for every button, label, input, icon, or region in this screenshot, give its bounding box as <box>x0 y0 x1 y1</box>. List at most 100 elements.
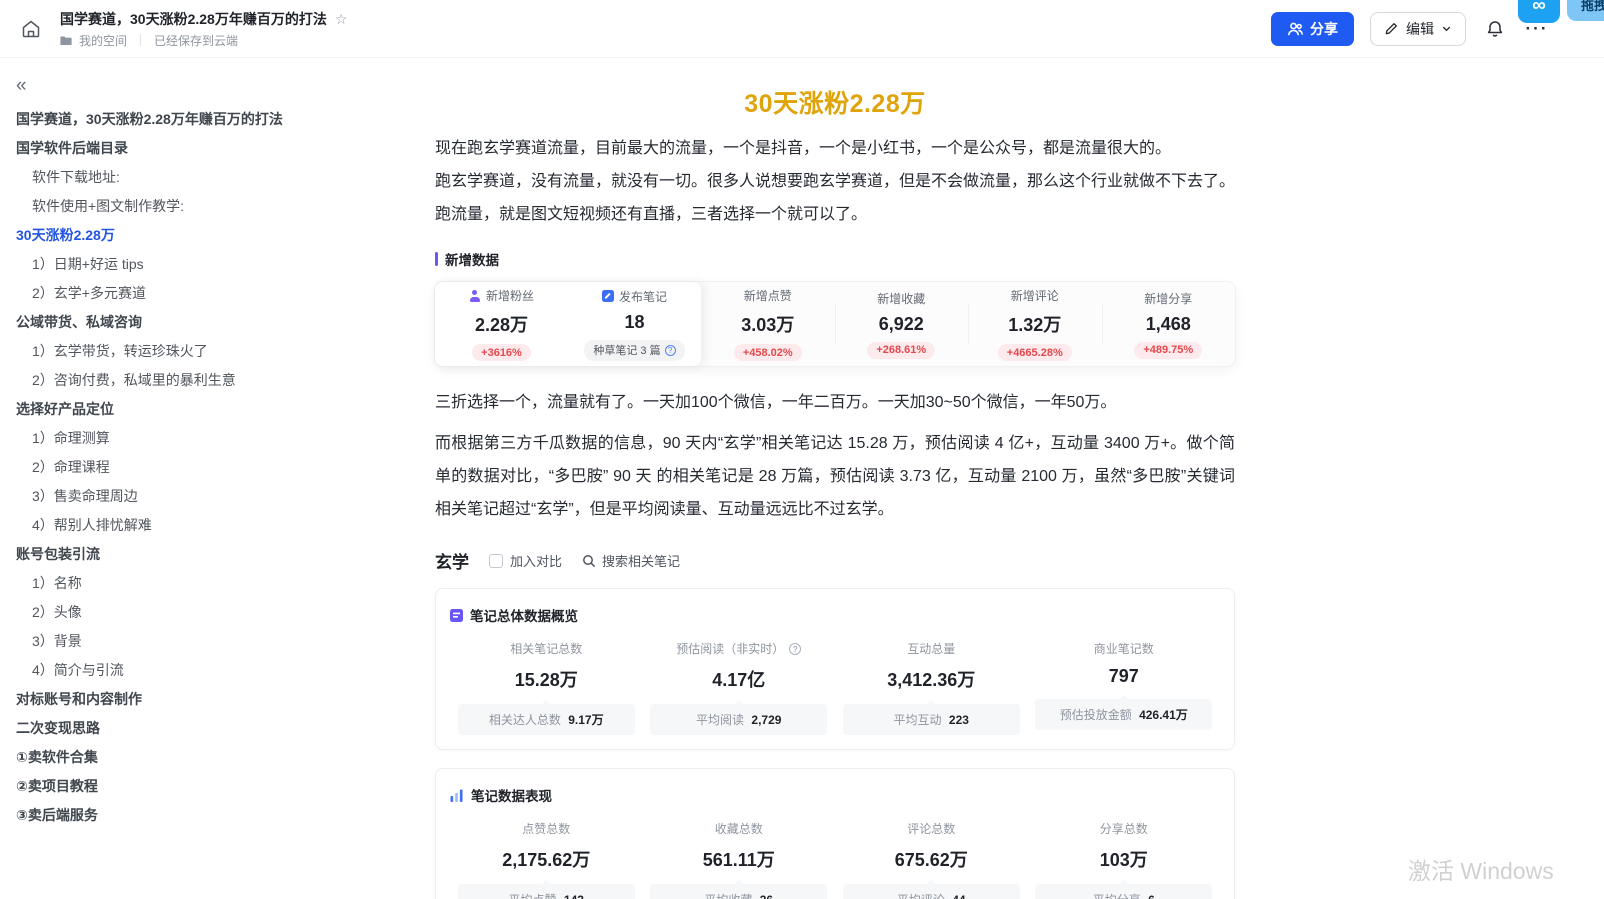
stat-badge: +3616% ? <box>472 344 531 361</box>
stat-label: 新增评论 <box>1010 289 1059 303</box>
stat-value: 561.11万 <box>702 850 775 870</box>
stat-column: 新增分享 1,468 +489.75% ? <box>1101 282 1236 366</box>
stat-value: 1,468 <box>1145 313 1191 334</box>
notes-performance-card: 笔记数据表现 点赞总数 ? 2,175.62万 平均点赞 142 <box>435 768 1235 899</box>
outline-item[interactable]: 软件下载地址: <box>16 170 408 184</box>
stat-subpill: 平均分享 6 <box>1035 880 1213 899</box>
outline-item[interactable]: 1）名称 <box>16 576 408 590</box>
outline-item[interactable]: 软件使用+图文制作教学: <box>16 199 408 213</box>
stat-badge: +4665.28% ? <box>997 344 1072 361</box>
card-header: 笔记数据表现 <box>450 785 1220 805</box>
outline-item[interactable]: ③卖后端服务 <box>16 808 408 822</box>
outline-item[interactable]: ①卖软件合集 <box>16 750 408 764</box>
intro-paragraphs: 现在跑玄学赛道流量，目前最大的流量，一个是抖音，一个是小红书，一个是公众号，都是… <box>435 132 1235 231</box>
outline-item[interactable]: 1）玄学带货，转运珍珠火了 <box>16 344 408 358</box>
outline-item-label: 3）售卖命理周边 <box>32 488 138 504</box>
outline-item-label: 1）日期+好运 tips <box>32 256 144 272</box>
collapse-sidebar-icon[interactable]: « <box>16 76 27 95</box>
substat-value: 44 <box>952 893 965 899</box>
outline-item[interactable]: 3）背景 <box>16 634 408 648</box>
outline-item-label: 公域带货、私域咨询 <box>16 314 142 330</box>
stat-subpill: 平均评论 44 <box>842 880 1020 899</box>
outline-item[interactable]: 4）帮别人排忧解难 <box>16 518 408 532</box>
assistant-widget[interactable]: ∞ 拖拽全 <box>1517 0 1604 23</box>
outline-item[interactable]: 1）日期+好运 tips <box>16 257 408 271</box>
outline-item[interactable]: 账号包装引流 <box>16 547 408 561</box>
substat-label: 平均阅读 <box>696 713 745 727</box>
outline-item[interactable]: 公域带货、私域咨询 <box>16 315 408 329</box>
share-button[interactable]: 分享 <box>1271 11 1354 46</box>
outline-item[interactable]: 二次变现思路 <box>16 721 408 735</box>
outline-item-label: 1）名称 <box>32 575 82 591</box>
outline-item[interactable]: 国学赛道，30天涨粉2.28万年赚百万的打法 <box>16 112 408 126</box>
stat-value: 4.17亿 <box>712 670 766 690</box>
outline-item[interactable]: 对标账号和内容制作 <box>16 692 408 706</box>
outline-item[interactable]: 2）命理课程 <box>16 460 408 474</box>
outline-item[interactable]: 2）头像 <box>16 605 408 619</box>
outline-item-label: 1）玄学带货，转运珍珠火了 <box>32 343 208 359</box>
stat-column: 分享总数 ? 103万 平均分享 6 <box>1028 820 1221 899</box>
assistant-pill[interactable]: 拖拽全 <box>1566 0 1604 21</box>
substat-label: 平均收藏 <box>704 893 752 899</box>
stat-badge-text: 种草笔记 3 篇 <box>593 345 661 357</box>
stat-value: 3.03万 <box>741 315 795 335</box>
stat-badge-text: +4665.28% <box>1006 346 1063 359</box>
outline-item[interactable]: 3）售卖命理周边 <box>16 489 408 503</box>
breadcrumb: 我的空间 已经保存到云端 <box>60 32 347 49</box>
stat-column: 新增评论 1.32万 +4665.28% ? <box>968 282 1102 366</box>
card-columns: 相关笔记总数 ? 15.28万 相关达人总数 9.17万 预估阅读（非实时） ? <box>450 640 1220 735</box>
breadcrumb-space[interactable]: 我的空间 <box>79 32 127 49</box>
stat-subpill: 平均互动 223 <box>842 700 1020 735</box>
outline-item-label: 2）命理课程 <box>32 459 110 475</box>
compare-checkbox[interactable] <box>489 553 503 568</box>
stat-icon <box>601 290 614 302</box>
top-header: 国学赛道，30天涨粉2.28万年赚百万的打法 ☆ 我的空间 已经保存到云端 分享 <box>0 0 1604 58</box>
outline-item[interactable]: 1）命理测算 <box>16 431 408 445</box>
stat-value: 1.32万 <box>1008 315 1062 335</box>
stat-label: 新增收藏 <box>877 291 926 306</box>
body-paragraph: 而根据第三方千瓜数据的信息，90 天内“玄学”相关笔记达 15.28 万，预估阅… <box>435 435 1235 518</box>
substat-label: 相关达人总数 <box>488 713 561 727</box>
stat-value: 675.62万 <box>894 850 968 870</box>
outline-item[interactable]: 国学软件后端目录 <box>16 141 408 155</box>
edit-mode-button[interactable]: 编辑 <box>1370 11 1466 46</box>
share-label: 分享 <box>1310 20 1338 37</box>
body-paragraph: 三折选择一个，流量就有了。一天加100个微信，一年二百万。一天加30~50个微信… <box>435 394 1117 411</box>
notifications-button[interactable] <box>1482 16 1508 42</box>
substat-value: 9.17万 <box>568 713 604 727</box>
outline-item-label: 1）命理测算 <box>32 430 110 446</box>
stat-value: 797 <box>1108 666 1139 686</box>
outline-item-label: 2）玄学+多元赛道 <box>32 285 146 301</box>
outline-item-label: 国学赛道，30天涨粉2.28万年赚百万的打法 <box>16 111 283 127</box>
outline-item[interactable]: 2）玄学+多元赛道 <box>16 286 408 300</box>
home-button[interactable] <box>18 16 44 42</box>
stat-subpill: 预估投放金额 426.41万 <box>1035 695 1213 730</box>
favorite-star-icon[interactable]: ☆ <box>335 12 348 26</box>
stat-badge: +458.02% ? <box>733 344 802 361</box>
stat-value: 15.28万 <box>514 670 578 690</box>
stat-label: 互动总量 <box>907 642 956 656</box>
infinity-icon[interactable]: ∞ <box>1517 0 1560 23</box>
stat-badge: +489.75% ? <box>1134 341 1203 359</box>
outline-item-label: 二次变现思路 <box>16 720 100 736</box>
outline-item[interactable]: 30天涨粉2.28万 <box>16 228 408 242</box>
outline-item[interactable]: ②卖项目教程 <box>16 779 408 793</box>
new-data-section-label: 新增数据 <box>435 249 1235 269</box>
stat-value: 3,412.36万 <box>887 670 976 690</box>
breadcrumb-divider <box>140 34 142 46</box>
outline-item[interactable]: 选择好产品定位 <box>16 402 408 416</box>
substat-value: 142 <box>564 893 584 899</box>
stat-label: 新增粉丝 <box>485 289 534 303</box>
stat-badge-text: +268.61% <box>876 344 927 356</box>
stat-value: 2.28万 <box>474 315 529 335</box>
outline-item-label: 账号包装引流 <box>16 546 100 562</box>
stat-label: 新增分享 <box>1144 291 1193 306</box>
question-icon[interactable]: ? <box>664 344 676 356</box>
outline-item[interactable]: 4）简介与引流 <box>16 663 408 677</box>
search-related-notes[interactable]: 搜索相关笔记 <box>582 551 680 570</box>
stat-badge-text: +458.02% <box>742 346 793 359</box>
compare-checkbox-group[interactable]: 加入对比 <box>489 551 562 570</box>
outline-item[interactable]: 2）咨询付费，私域里的暴利生意 <box>16 373 408 387</box>
info-icon[interactable]: ? <box>789 642 802 655</box>
stat-badge: 种草笔记 3 篇 ? <box>584 339 685 361</box>
